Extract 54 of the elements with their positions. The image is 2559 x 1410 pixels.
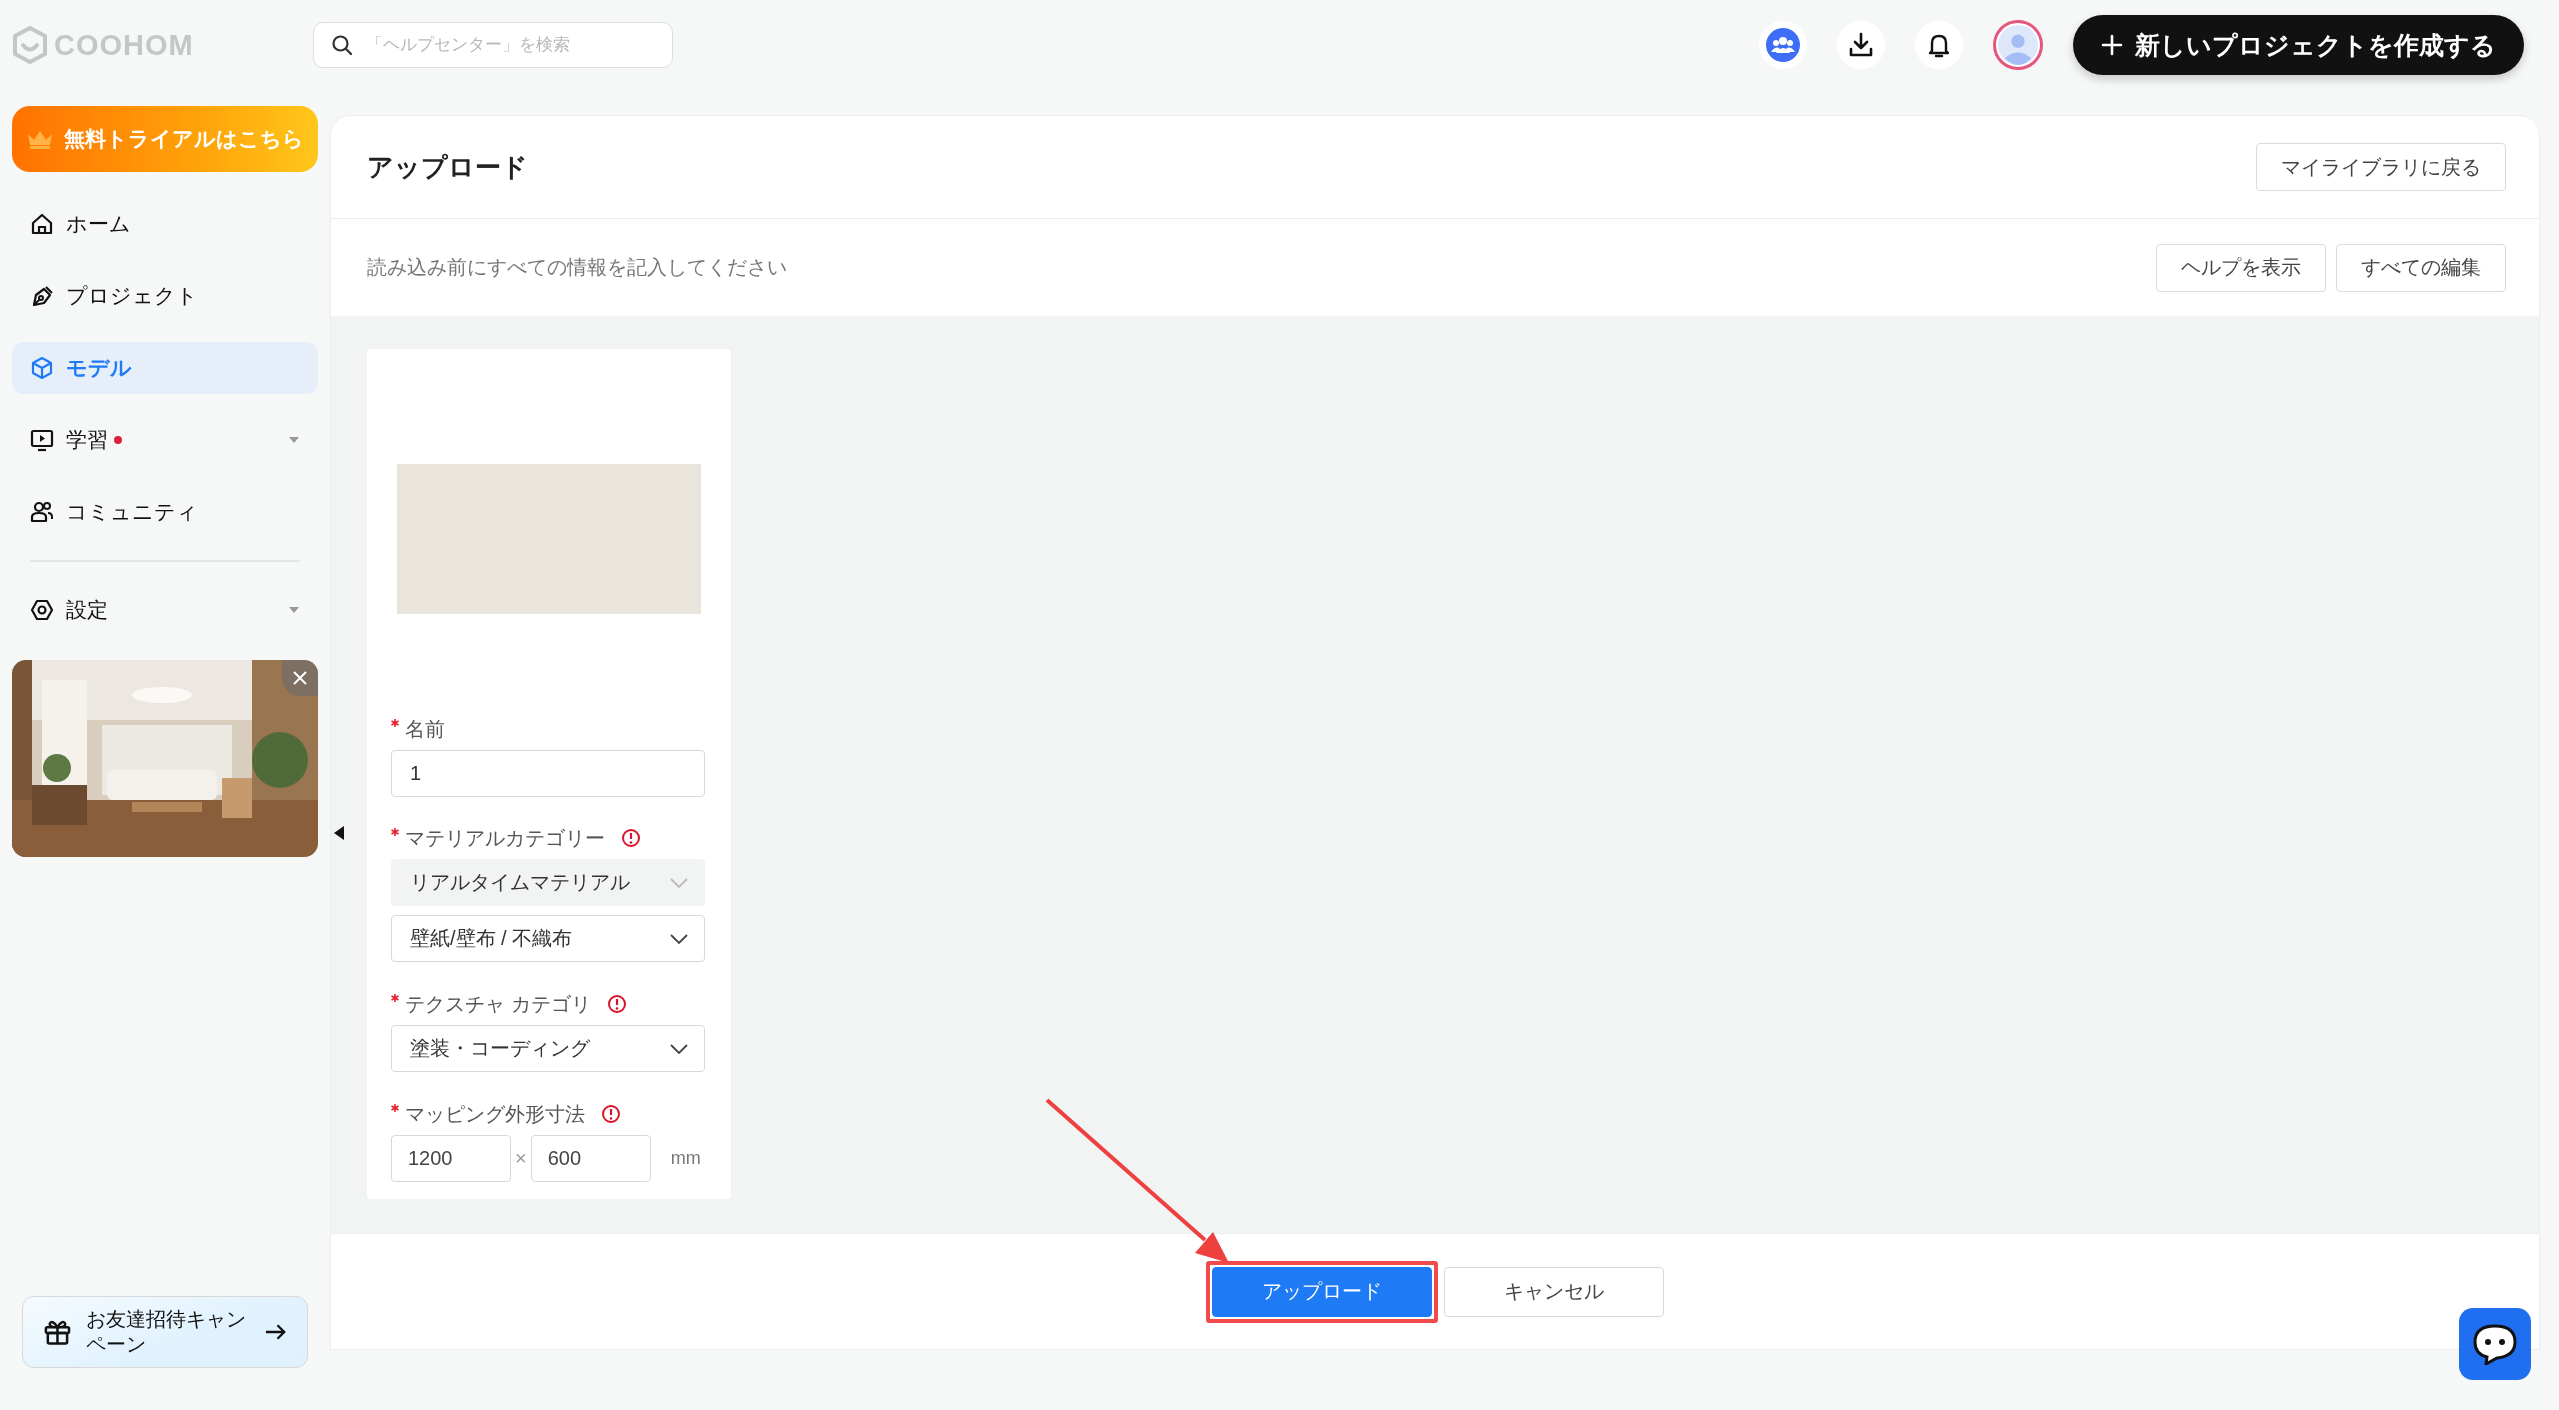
team-button[interactable]: [1759, 21, 1807, 69]
nav-item[interactable]: 設定: [12, 584, 318, 636]
invite-card[interactable]: お友達招待キャンペーン: [22, 1296, 308, 1368]
select-field[interactable]: 壁紙/壁布 / 不織布: [391, 915, 705, 962]
nav-item[interactable]: コミュニティ: [12, 486, 318, 538]
nav-item[interactable]: ホーム: [12, 198, 318, 250]
bell-icon: [1927, 32, 1951, 58]
nav-item[interactable]: プロジェクト: [12, 270, 318, 322]
notification-button[interactable]: [1915, 21, 1963, 69]
field-label: 名前: [405, 716, 445, 742]
search-field[interactable]: 「ヘルプセンター」を検索: [313, 22, 673, 68]
create-project-button[interactable]: 新しいプロジェクトを作成する: [2073, 15, 2524, 75]
community-icon: [30, 500, 54, 524]
toolbar-button[interactable]: すべての編集: [2336, 243, 2506, 292]
name-input[interactable]: 1: [391, 750, 705, 797]
times-sign: ×: [515, 1147, 527, 1170]
chat-button[interactable]: [2459, 1308, 2531, 1380]
arrow-right-icon: [263, 1323, 287, 1341]
unit-label: mm: [670, 1148, 701, 1169]
field-label: テクスチャ カテゴリ: [405, 991, 591, 1017]
search-icon: [331, 34, 353, 56]
select-field: リアルタイムマテリアル: [391, 859, 705, 906]
upload-button[interactable]: アップロード: [1212, 1266, 1432, 1317]
height-input[interactable]: 600: [530, 1135, 651, 1182]
download-icon: [1847, 31, 1875, 59]
download-button[interactable]: [1837, 21, 1885, 69]
chat-icon: [2472, 1323, 2518, 1365]
avatar-button[interactable]: [1993, 20, 2043, 70]
field-label: マッピング外形寸法: [405, 1101, 585, 1127]
field-label: マテリアルカテゴリー: [405, 825, 605, 851]
chevron-down-icon: [670, 877, 688, 888]
nav-item[interactable]: 学習: [12, 414, 318, 466]
home-icon: [30, 212, 54, 236]
invite-text: お友達招待キャンペーン: [85, 1307, 247, 1357]
logo-icon: [12, 26, 48, 64]
select-field[interactable]: 塗装・コーディング: [391, 1025, 705, 1072]
back-button[interactable]: マイライブラリに戻る: [2256, 143, 2506, 191]
chevron-down-icon: [670, 933, 688, 944]
cube-icon: [30, 356, 54, 380]
plus-icon: [2101, 34, 2123, 56]
width-input[interactable]: 1200: [391, 1135, 511, 1182]
instruction-text: 読み込み前にすべての情報を記入してください: [367, 255, 787, 280]
pen-icon: [30, 284, 54, 308]
chevron-down-icon: [670, 1043, 688, 1054]
avatar-icon: [1998, 25, 2038, 65]
cancel-button[interactable]: キャンセル: [1444, 1266, 1664, 1317]
page-title: アップロード: [367, 150, 528, 184]
team-icon: [1766, 28, 1800, 62]
toolbar-button[interactable]: ヘルプを表示: [2156, 243, 2326, 292]
settings-icon: [30, 598, 54, 622]
collapse-icon[interactable]: [333, 825, 345, 841]
monitor-icon: [30, 428, 54, 452]
close-icon: [292, 670, 308, 686]
close-button[interactable]: [282, 660, 318, 696]
